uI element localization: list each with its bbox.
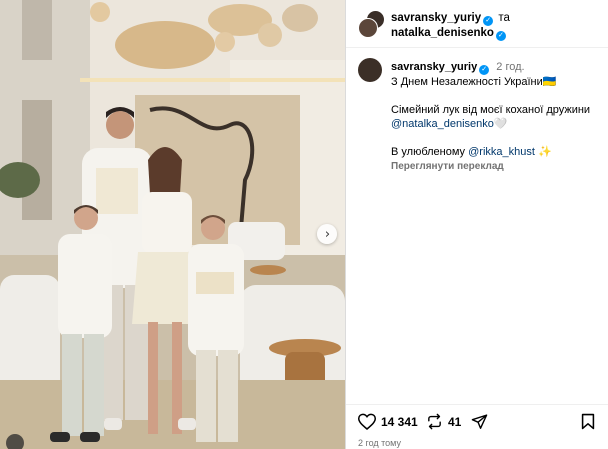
caption-line: В улюбленому @rikka_khust ✨ — [391, 145, 603, 159]
repost-button[interactable]: 41 — [426, 413, 461, 430]
mention-link[interactable]: @rikka_khust — [468, 146, 535, 158]
username-link[interactable]: savransky_yuriy — [391, 12, 481, 24]
caption-text: ✨ — [534, 146, 552, 158]
caption-text: 🤍 — [493, 118, 508, 130]
share-button[interactable] — [471, 413, 488, 430]
action-bar: 14 341 41 2 год тому — [346, 404, 608, 449]
like-button[interactable]: 14 341 — [358, 413, 418, 430]
avatar — [358, 18, 378, 38]
collab-avatars[interactable] — [358, 10, 386, 38]
share-icon — [471, 414, 488, 429]
mention-link[interactable]: @natalka_denisenko — [391, 118, 494, 130]
repost-icon — [428, 413, 441, 430]
caption-username[interactable]: savransky_yuriy — [391, 61, 477, 73]
caption-text: Сімейний лук від моєї коханої дружини — [391, 104, 591, 116]
like-count[interactable]: 14 341 — [381, 415, 418, 429]
avatar[interactable] — [358, 58, 382, 82]
verified-icon: ✓ — [495, 31, 506, 41]
next-photo-button[interactable]: › — [317, 224, 337, 244]
collab-usernames: savransky_yuriy ✓ та natalka_denisenko ✓ — [391, 11, 510, 41]
heart-icon — [358, 413, 376, 430]
post-date[interactable]: 2 год тому — [358, 438, 401, 448]
post-side-panel: savransky_yuriy ✓ та natalka_denisenko ✓ s… — [345, 0, 608, 449]
chevron-right-icon: › — [324, 226, 331, 242]
save-button[interactable] — [580, 413, 596, 430]
see-translation-link[interactable]: Переглянути переклад — [391, 160, 603, 174]
instagram-post: › savransky_yuriy ✓ та natalka_denisenko ✓ — [0, 0, 608, 449]
caption-text: В улюбленому — [391, 146, 469, 158]
verified-icon: ✓ — [483, 16, 494, 26]
bookmark-icon — [581, 413, 595, 430]
caption-body: savransky_yuriy ✓ 2 год. З Днем Незалежно… — [391, 60, 603, 174]
family-photo-illustration — [0, 0, 345, 449]
caption-time[interactable]: 2 год. — [496, 61, 524, 73]
post-photo[interactable]: › — [0, 0, 345, 449]
verified-icon: ✓ — [479, 65, 490, 75]
username-link[interactable]: natalka_denisenko — [391, 27, 494, 39]
media-tag-icon[interactable] — [6, 434, 24, 449]
caption-line: Сімейний лук від моєї коханої дружини @n… — [391, 103, 603, 131]
conjunction-text: та — [498, 12, 510, 24]
caption-line: З Днем Незалежності України🇺🇦 — [391, 76, 557, 88]
repost-count[interactable]: 41 — [448, 415, 461, 429]
post-header: savransky_yuriy ✓ та natalka_denisenko ✓ — [346, 0, 608, 48]
